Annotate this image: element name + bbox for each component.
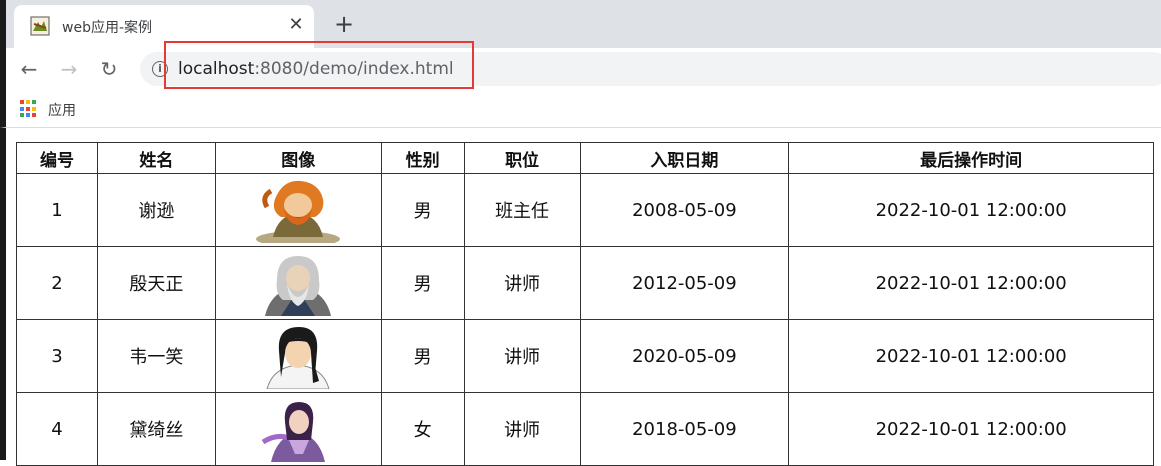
table-row: 2 殷天正 男 讲师 2012-05-09 2022-10-01 12:00:0… (16, 246, 1154, 320)
cell-gender: 男 (380, 246, 465, 320)
header-last-updated: 最后操作时间 (788, 142, 1154, 174)
table-row: 3 韦一笑 男 讲师 2020-05-09 2022-10-01 12:00:0… (16, 319, 1154, 393)
avatar-purple-lady (261, 402, 326, 462)
cell-id: 2 (16, 246, 98, 320)
header-position: 职位 (463, 142, 581, 174)
cell-hire-date: 2008-05-09 (579, 173, 790, 247)
new-tab-button[interactable]: + (330, 10, 358, 38)
browser-window: web应用-案例 ✕ + ← → ↻ i localhost:8080/demo… (0, 0, 1161, 132)
employee-table: 编号 姓名 图像 性别 职位 入职日期 最后操作时间 1 谢逊 男 班主任 20… (16, 142, 1154, 466)
cell-id: 4 (16, 392, 98, 466)
avatar-grey-elder (265, 256, 332, 316)
cell-gender: 男 (380, 173, 465, 247)
cell-last-updated: 2022-10-01 12:00:00 (788, 173, 1154, 247)
cell-avatar (214, 173, 382, 247)
table-row: 4 黛绮丝 女 讲师 2018-05-09 2022-10-01 12:00:0… (16, 392, 1154, 466)
header-hire-date: 入职日期 (579, 142, 790, 174)
cell-id: 1 (16, 173, 98, 247)
avatar-black-hair (266, 327, 330, 389)
cell-last-updated: 2022-10-01 12:00:00 (788, 319, 1154, 393)
cell-position: 讲师 (463, 392, 581, 466)
close-tab-icon[interactable]: ✕ (284, 13, 308, 37)
cell-last-updated: 2022-10-01 12:00:00 (788, 392, 1154, 466)
cell-avatar (214, 246, 382, 320)
cell-hire-date: 2012-05-09 (579, 246, 790, 320)
cell-position: 讲师 (463, 246, 581, 320)
cell-name: 谢逊 (96, 173, 216, 247)
bookmark-apps-label[interactable]: 应用 (48, 100, 76, 120)
header-name: 姓名 (96, 142, 216, 174)
cell-name: 殷天正 (96, 246, 216, 320)
cell-gender: 女 (380, 392, 465, 466)
cell-position: 讲师 (463, 319, 581, 393)
avatar-orange-hair (256, 180, 341, 243)
header-gender: 性别 (380, 142, 465, 174)
cell-avatar (214, 392, 382, 466)
cell-name: 韦一笑 (96, 319, 216, 393)
favicon-icon (30, 16, 50, 36)
bookmarks-bar: 应用 (0, 90, 1161, 128)
apps-grid-icon[interactable] (20, 100, 38, 118)
back-arrow-icon[interactable]: ← (16, 56, 42, 82)
header-id: 编号 (16, 142, 98, 174)
page-content: 编号 姓名 图像 性别 职位 入职日期 最后操作时间 1 谢逊 男 班主任 20… (0, 128, 1161, 466)
cell-id: 3 (16, 319, 98, 393)
cell-name: 黛绮丝 (96, 392, 216, 466)
cell-last-updated: 2022-10-01 12:00:00 (788, 246, 1154, 320)
forward-arrow-icon[interactable]: → (56, 56, 82, 82)
header-image: 图像 (214, 142, 382, 174)
reload-icon[interactable]: ↻ (96, 56, 122, 82)
url-highlight-box (164, 41, 474, 89)
table-row: 1 谢逊 男 班主任 2008-05-09 2022-10-01 12:00:0… (16, 173, 1154, 247)
cell-gender: 男 (380, 319, 465, 393)
cell-hire-date: 2020-05-09 (579, 319, 790, 393)
cell-position: 班主任 (463, 173, 581, 247)
tab-title: web应用-案例 (62, 20, 153, 36)
cell-avatar (214, 319, 382, 393)
table-header-row: 编号 姓名 图像 性别 职位 入职日期 最后操作时间 (16, 142, 1154, 174)
cell-hire-date: 2018-05-09 (579, 392, 790, 466)
